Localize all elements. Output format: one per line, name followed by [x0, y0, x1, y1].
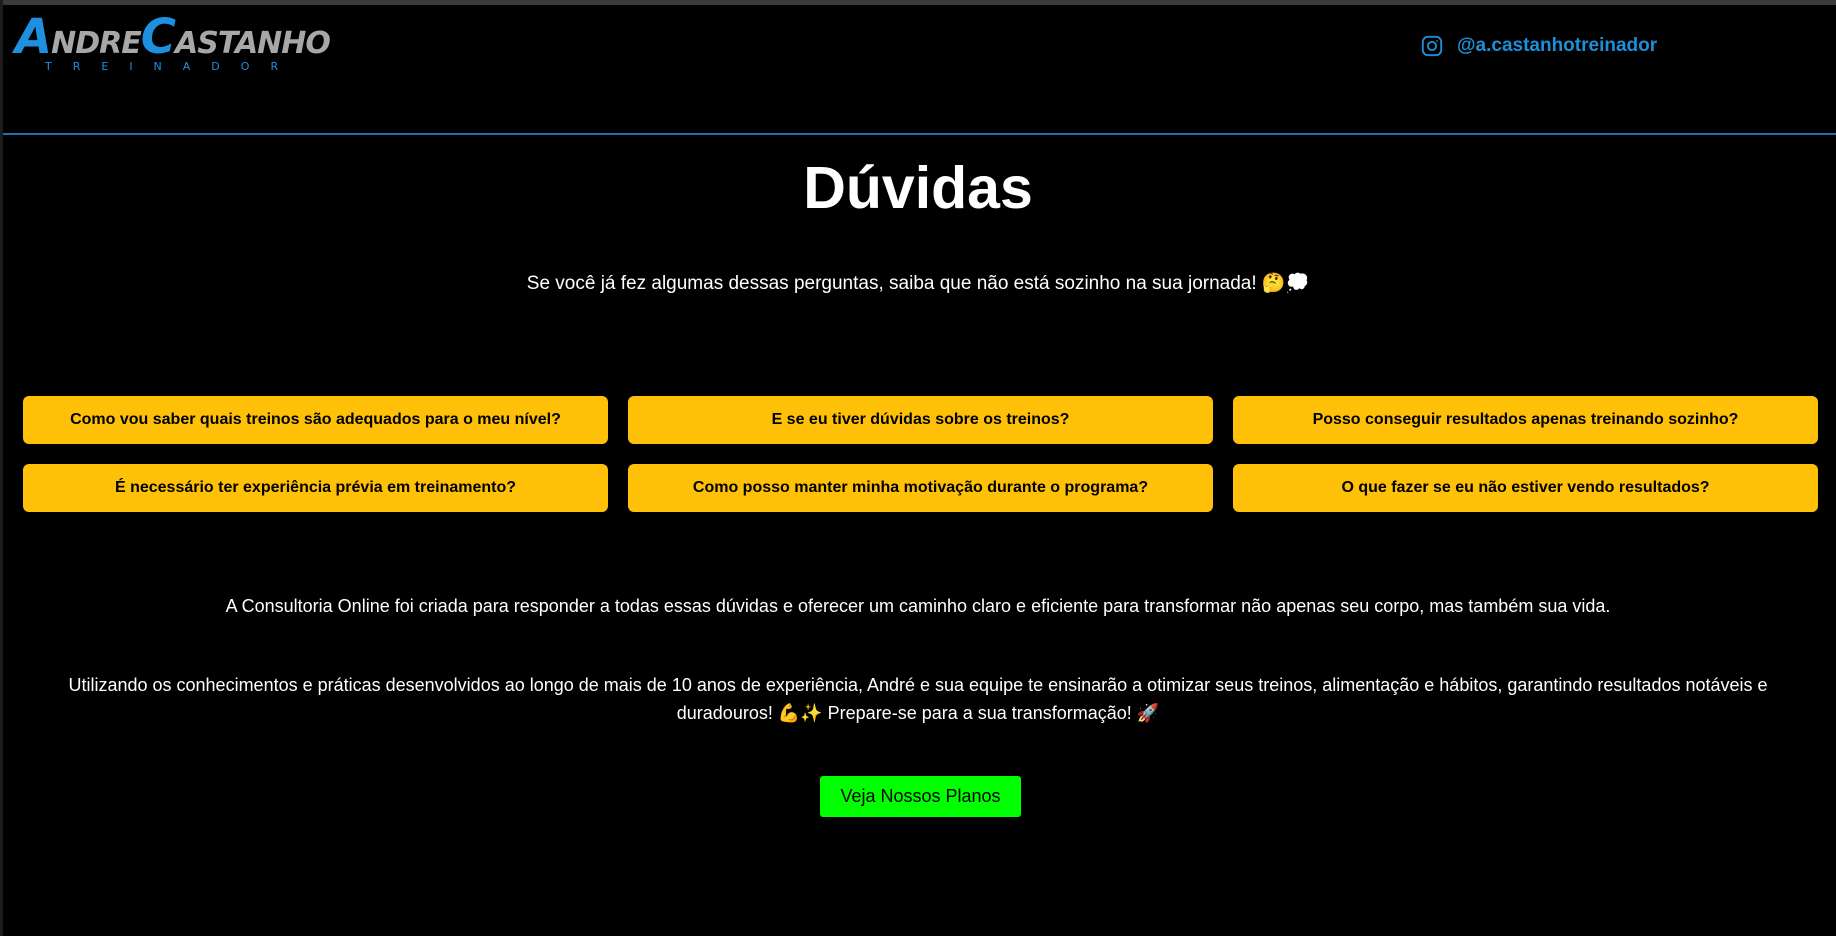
site-header: ANDRECASTANHO TREINADOR @a.castanhotrein… — [3, 5, 1836, 135]
logo-initial-a: A — [15, 9, 52, 65]
logo-surname-rest: ASTANHO — [175, 26, 331, 61]
page-subtitle: Se você já fez algumas dessas perguntas,… — [526, 273, 1310, 294]
faq-question-button[interactable]: E se eu tiver dúvidas sobre os treinos? — [628, 396, 1213, 444]
logo-initial-c: C — [140, 9, 176, 65]
instagram-handle: @a.castanhotreinador — [1457, 35, 1658, 56]
page-title: Dúvidas — [803, 155, 1033, 221]
logo-name-rest: NDRE — [51, 26, 142, 61]
logo-tagline: TREINADOR — [45, 60, 300, 73]
instagram-link[interactable]: @a.castanhotreinador — [1421, 33, 1657, 59]
instagram-icon — [1421, 35, 1443, 57]
faq-question-button[interactable]: O que fazer se eu não estiver vendo resu… — [1233, 464, 1818, 512]
experience-description: Utilizando os conhecimentos e práticas d… — [68, 675, 1768, 723]
window-left-border — [0, 0, 3, 936]
view-plans-button[interactable]: Veja Nossos Planos — [820, 776, 1021, 817]
brand-logo[interactable]: ANDRECASTANHO TREINADOR — [15, 13, 345, 73]
faq-question-button[interactable]: Como posso manter minha motivação durant… — [628, 464, 1213, 512]
logo-wordmark: ANDRECASTANHO — [15, 13, 331, 61]
faq-question-button[interactable]: Como vou saber quais treinos são adequad… — [23, 396, 608, 444]
faq-grid: Como vou saber quais treinos são adequad… — [23, 396, 1818, 512]
consultoria-description: A Consultoria Online foi criada para res… — [225, 596, 1611, 616]
faq-question-button[interactable]: Posso conseguir resultados apenas treina… — [1233, 396, 1818, 444]
faq-question-button[interactable]: É necessário ter experiência prévia em t… — [23, 464, 608, 512]
